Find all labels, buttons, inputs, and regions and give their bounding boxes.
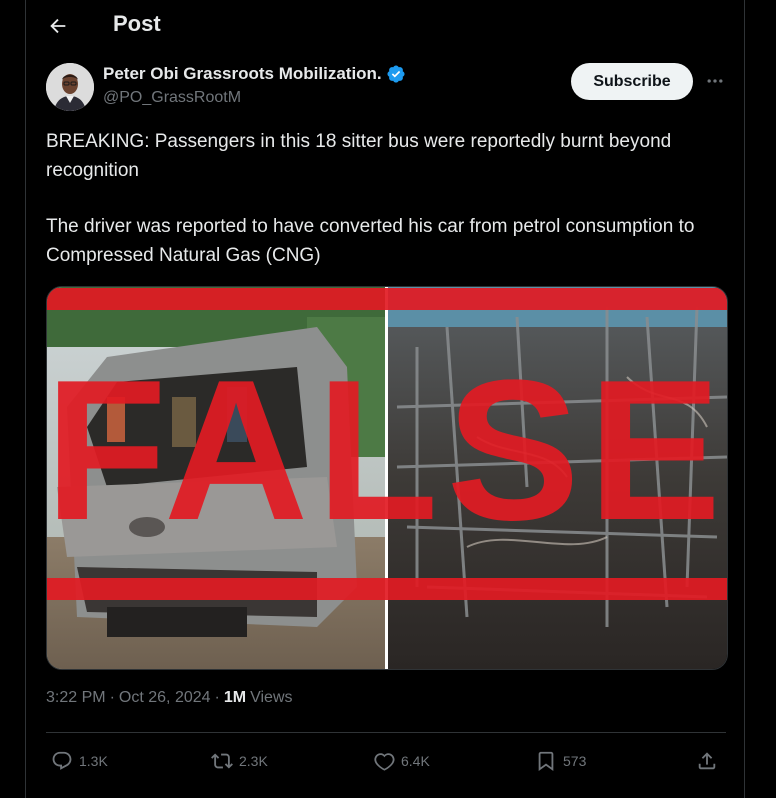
divider [46,732,726,733]
meta-separator: · [214,689,220,706]
post-media[interactable]: FALSE [46,286,728,670]
heart-icon [374,753,395,771]
author-handle[interactable]: @PO_GrassRootM [103,89,241,107]
like-button[interactable]: 6.4K [373,744,430,778]
false-stamp: FALSE [47,288,727,600]
post-meta: 3:22 PM · Oct 26, 2024 · 1M Views [46,689,293,707]
post-date[interactable]: Oct 26, 2024 [119,689,211,707]
repost-count: 2.3K [239,753,268,769]
post-header: Post [26,0,744,50]
bookmark-button[interactable]: 573 [535,744,586,778]
stamp-text: FALSE [47,339,727,562]
back-button[interactable] [42,10,74,42]
views-count: 1M [223,689,247,706]
page-title: Post [113,11,161,36]
repost-icon [211,753,233,769]
post-time[interactable]: 3:22 PM [46,689,106,707]
action-bar: 1.3K 2.3K 6.4K 573 [46,744,726,778]
author-name-row[interactable]: Peter Obi Grassroots Mobilization. [103,64,406,84]
column-border-right [744,0,745,798]
author-name[interactable]: Peter Obi Grassroots Mobilization. [103,64,382,84]
reply-button[interactable]: 1.3K [51,744,108,778]
like-count: 6.4K [401,753,430,769]
verified-badge-icon [387,65,405,83]
arrow-left-icon [50,18,66,34]
views-label: Views [250,689,293,706]
more-horizontal-icon [707,79,723,83]
share-button[interactable] [696,744,718,778]
subscribe-button[interactable]: Subscribe [571,63,693,100]
avatar-image [46,63,94,111]
meta-separator: · [109,689,115,706]
bookmark-count: 573 [563,753,587,769]
media-image: FALSE [47,287,727,669]
bookmark-icon [538,751,554,772]
post-text: BREAKING: Passengers in this 18 sitter b… [46,128,706,270]
reply-count: 1.3K [79,753,108,769]
post-paragraph: BREAKING: Passengers in this 18 sitter b… [46,131,672,181]
more-options-button[interactable] [700,66,730,96]
reply-icon [52,751,72,770]
repost-button[interactable]: 2.3K [211,744,268,778]
column-border-left [25,0,26,798]
post-paragraph: The driver was reported to have converte… [46,216,695,266]
share-icon [698,752,716,770]
avatar[interactable] [46,63,94,111]
